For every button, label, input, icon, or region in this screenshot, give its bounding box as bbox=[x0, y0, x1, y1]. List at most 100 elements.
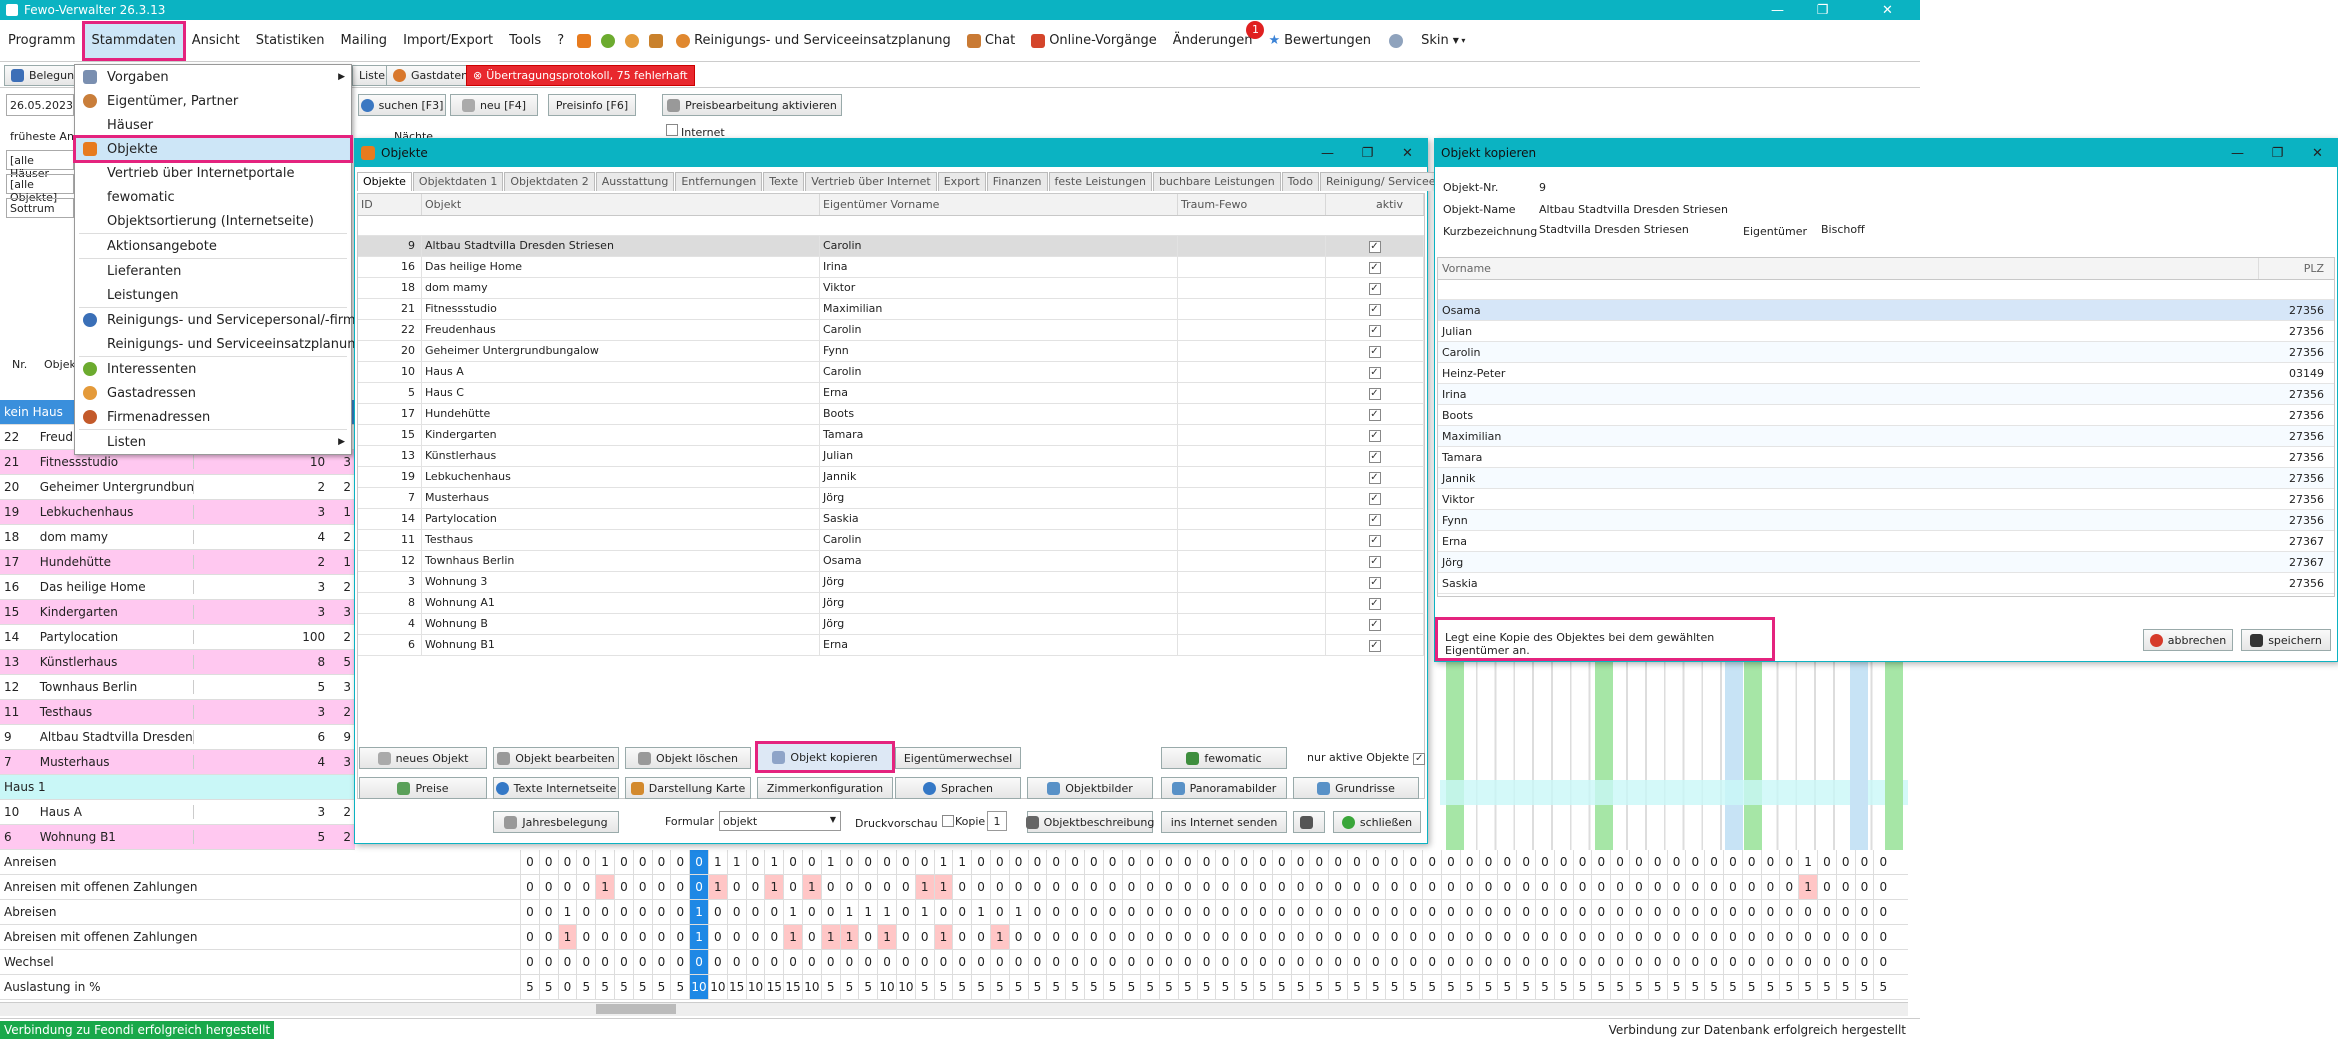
fewomatic-button[interactable]: fewomatic bbox=[1161, 747, 1287, 769]
aktiv-checkbox[interactable]: ✓ bbox=[1368, 472, 1381, 484]
objekt-loeschen-button[interactable]: Objekt löschen bbox=[625, 747, 751, 769]
table-row[interactable]: 15 Kindergarten Tamara ✓ bbox=[358, 425, 1424, 446]
tab-objekte[interactable]: Objekte bbox=[357, 172, 412, 191]
table-row[interactable]: 16 Das heilige Home Irina ✓ bbox=[358, 257, 1424, 278]
menu-fewomatic[interactable]: fewomatic bbox=[75, 185, 351, 209]
darstellung-karte-button[interactable]: Darstellung Karte bbox=[625, 777, 751, 799]
house-icon[interactable] bbox=[577, 33, 592, 48]
col-plz[interactable]: PLZ bbox=[2258, 258, 2334, 279]
table-row[interactable]: 21 Fitnessstudio Maximilian ✓ bbox=[358, 299, 1424, 320]
aktiv-checkbox[interactable]: ✓ bbox=[1368, 325, 1381, 337]
table-row[interactable]: 11 Testhaus 3 2 bbox=[0, 700, 355, 725]
menu-import-export[interactable]: Import/Export bbox=[395, 27, 501, 55]
tab-feste-leistungen[interactable]: feste Leistungen bbox=[1048, 172, 1152, 191]
menu-stammdaten[interactable]: Stammdaten bbox=[81, 20, 186, 61]
objekte-maximize-button[interactable]: ❐ bbox=[1345, 143, 1390, 163]
menu-help[interactable]: ? bbox=[549, 27, 572, 55]
table-row[interactable]: 10 Haus A Carolin ✓ bbox=[358, 362, 1424, 383]
kopieren-filter-row[interactable] bbox=[1438, 280, 2334, 300]
nur-aktive-checkbox[interactable]: nur aktive Objekte ✓ bbox=[1307, 751, 1426, 765]
list-item[interactable]: Julian 27356 bbox=[1438, 321, 2334, 342]
aktiv-checkbox[interactable]: ✓ bbox=[1368, 640, 1381, 652]
zimmerkonfiguration-button[interactable]: Zimmerkonfiguration bbox=[757, 777, 893, 799]
table-row[interactable]: 19 Lebkuchenhaus Jannik ✓ bbox=[358, 467, 1424, 488]
maximize-button[interactable]: ❐ bbox=[1800, 0, 1845, 20]
ins-internet-senden-button[interactable]: ins Internet senden bbox=[1161, 811, 1287, 833]
tab-buchbare-leistungen[interactable]: buchbare Leistungen bbox=[1152, 172, 1281, 191]
aktiv-checkbox[interactable]: ✓ bbox=[1368, 535, 1381, 547]
sprachen-button[interactable]: Sprachen bbox=[895, 777, 1021, 799]
table-row[interactable]: 14 Partylocation Saskia ✓ bbox=[358, 509, 1424, 530]
texte-internetseite-button[interactable]: Texte Internetseite bbox=[493, 777, 619, 799]
table-row[interactable]: 13 Künstlerhaus 8 5 bbox=[0, 650, 355, 675]
tab-vertrieb-über-internet[interactable]: Vertrieb über Internet bbox=[805, 172, 937, 191]
menu-online-vorgaenge[interactable]: Online-Vorgänge bbox=[1023, 27, 1165, 55]
table-row[interactable]: 7 Musterhaus 4 3 bbox=[0, 750, 355, 775]
col-traum-fewo[interactable]: Traum-Fewo bbox=[1178, 194, 1326, 215]
abbrechen-button[interactable]: abbrechen bbox=[2143, 629, 2233, 651]
menu-aktionsangebote[interactable]: Aktionsangebote bbox=[75, 234, 351, 258]
objekt-kopieren-button[interactable]: Objekt kopieren bbox=[755, 741, 895, 773]
nur-aktive-check[interactable]: ✓ bbox=[1413, 753, 1426, 765]
aktiv-checkbox[interactable]: ✓ bbox=[1368, 598, 1381, 610]
table-row[interactable]: 13 Künstlerhaus Julian ✓ bbox=[358, 446, 1424, 467]
list-item[interactable]: Jannik 27356 bbox=[1438, 468, 2334, 489]
table-row[interactable]: 10 Haus A 3 2 bbox=[0, 800, 355, 825]
aktiv-checkbox[interactable]: ✓ bbox=[1368, 451, 1381, 463]
table-row[interactable]: 18 dom mamy Viktor ✓ bbox=[358, 278, 1424, 299]
aktiv-checkbox[interactable]: ✓ bbox=[1368, 304, 1381, 316]
aktiv-checkbox[interactable]: ✓ bbox=[1368, 493, 1381, 505]
menu-chat[interactable]: Chat bbox=[959, 27, 1023, 55]
aktiv-checkbox[interactable]: ✓ bbox=[1368, 241, 1381, 253]
kopieren-maximize-button[interactable]: ❐ bbox=[2255, 143, 2300, 163]
menu-listen[interactable]: Listen ▶ bbox=[75, 430, 351, 454]
menu-skin[interactable]: Skin ▼ ▾ bbox=[1413, 27, 1473, 55]
panoramabilder-button[interactable]: Panoramabilder bbox=[1161, 777, 1287, 799]
table-row[interactable]: 5 Haus C Erna ✓ bbox=[358, 383, 1424, 404]
table-row[interactable]: 17 Hundehütte 2 1 bbox=[0, 550, 355, 575]
tab-objektdaten-1[interactable]: Objektdaten 1 bbox=[412, 172, 504, 191]
table-row[interactable]: 12 Townhaus Berlin Osama ✓ bbox=[358, 551, 1424, 572]
objektbeschreibung-button[interactable]: Objektbeschreibung bbox=[1025, 811, 1154, 833]
menu-vertrieb[interactable]: Vertrieb über Internetportale bbox=[75, 161, 351, 185]
menu-bewertungen[interactable]: ★ Bewertungen bbox=[1260, 27, 1379, 55]
speichern-button[interactable]: speichern bbox=[2241, 629, 2331, 651]
objekt-bearbeiten-button[interactable]: Objekt bearbeiten bbox=[493, 747, 619, 769]
internet-check[interactable] bbox=[666, 124, 678, 136]
table-row[interactable]: 11 Testhaus Carolin ✓ bbox=[358, 530, 1424, 551]
objekte-minimize-button[interactable]: — bbox=[1305, 143, 1350, 163]
group-row[interactable]: Haus 1 bbox=[0, 775, 355, 800]
table-row[interactable]: 9 Altbau Stadtvilla Dresden Striesen Carol… bbox=[358, 236, 1424, 257]
list-item[interactable]: Jörg 27367 bbox=[1438, 552, 2334, 573]
druckvorschau-check[interactable] bbox=[941, 815, 954, 827]
table-row[interactable]: 19 Lebkuchenhaus 3 1 bbox=[0, 500, 355, 525]
tab-ausstattung[interactable]: Ausstattung bbox=[595, 172, 675, 191]
sottrum-select[interactable]: Sottrum Mitte bbox=[6, 198, 74, 218]
aktiv-checkbox[interactable]: ✓ bbox=[1368, 556, 1381, 568]
aktiv-checkbox[interactable]: ✓ bbox=[1368, 367, 1381, 379]
col-eigentuemer[interactable]: Eigentümer Vorname bbox=[820, 194, 1178, 215]
neu-button[interactable]: neu [F4] bbox=[450, 94, 538, 116]
menu-leistungen[interactable]: Leistungen bbox=[75, 283, 351, 307]
preise-button[interactable]: Preise bbox=[359, 777, 487, 799]
table-row[interactable]: 17 Hundehütte Boots ✓ bbox=[358, 404, 1424, 425]
aktiv-checkbox[interactable]: ✓ bbox=[1368, 619, 1381, 631]
col-aktiv[interactable]: aktiv bbox=[1326, 194, 1424, 215]
kopieren-minimize-button[interactable]: — bbox=[2215, 143, 2260, 163]
objektbilder-button[interactable]: Objektbilder bbox=[1027, 777, 1153, 799]
tab-todo[interactable]: Todo bbox=[1281, 172, 1319, 191]
list-item[interactable]: Erna 27367 bbox=[1438, 531, 2334, 552]
tab-entfernungen[interactable]: Entfernungen bbox=[675, 172, 763, 191]
list-item[interactable]: Osama 27356 bbox=[1438, 300, 2334, 321]
jahresbelegung-button[interactable]: Jahresbelegung bbox=[493, 811, 619, 833]
horizontal-scrollbar[interactable] bbox=[0, 1002, 1908, 1016]
internet-checkbox[interactable]: Internet bbox=[666, 124, 725, 139]
preisinfo-button[interactable]: Preisinfo [F6] bbox=[548, 94, 636, 116]
aktiv-checkbox[interactable]: ✓ bbox=[1368, 283, 1381, 295]
table-row[interactable]: 8 Wohnung A1 Jörg ✓ bbox=[358, 593, 1424, 614]
menu-eigentuemer[interactable]: Eigentümer, Partner bbox=[75, 89, 351, 113]
col-objekt[interactable]: Objekt bbox=[422, 194, 820, 215]
list-item[interactable]: Fynn 27356 bbox=[1438, 510, 2334, 531]
table-row[interactable]: 15 Kindergarten 3 3 bbox=[0, 600, 355, 625]
table-row[interactable]: 18 dom mamy 4 2 bbox=[0, 525, 355, 550]
